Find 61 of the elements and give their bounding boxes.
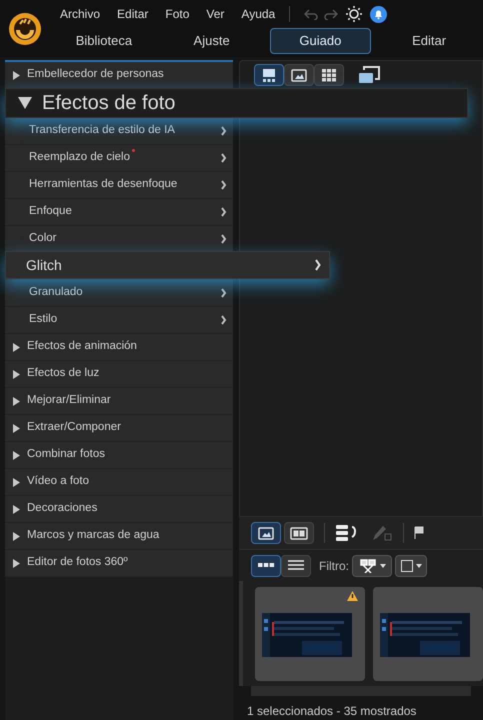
square-icon [400, 560, 412, 572]
chevron-right-icon [221, 288, 227, 298]
expand-triangle-icon [13, 70, 20, 80]
flags-icon [358, 558, 378, 572]
layout-button[interactable] [251, 522, 281, 544]
expand-triangle-icon [13, 478, 20, 486]
logo-icon [8, 12, 42, 46]
effect-item[interactable]: Glitch [5, 251, 330, 279]
tab[interactable]: Editar [379, 28, 479, 54]
flag-icon[interactable] [414, 526, 426, 540]
label-filter-dropdown[interactable] [395, 554, 427, 576]
chevron-right-icon [314, 259, 321, 271]
bell-icon[interactable] [370, 6, 388, 22]
chevron-right-icon [221, 315, 227, 325]
expand-triangle-icon [13, 450, 20, 460]
chevron-right-icon [221, 207, 227, 217]
stack-icon[interactable] [335, 524, 359, 542]
expand-triangle-icon [13, 424, 20, 432]
expand-triangle-icon [13, 396, 20, 406]
collapse-triangle-icon [18, 97, 32, 109]
caret-icon [380, 564, 386, 568]
chevron-right-icon [221, 180, 227, 190]
grid-icon [320, 68, 338, 82]
expand-triangle-icon [13, 370, 20, 378]
menu-item[interactable]: Ayuda [241, 5, 276, 23]
tab[interactable]: Biblioteca [54, 28, 154, 54]
chevron-right-icon [221, 153, 227, 163]
caret-icon [416, 564, 422, 568]
expand-triangle-icon [13, 342, 20, 352]
layout-button[interactable] [284, 522, 314, 544]
thumbnail-card[interactable] [373, 586, 483, 681]
chevron-right-icon [221, 126, 227, 136]
menu-item[interactable]: Archivo [60, 5, 100, 23]
filter-label: Filtro: [319, 558, 349, 574]
category-header[interactable]: Efectos de foto [5, 88, 468, 118]
status-text: 1 seleccionados - 35 mostrados [246, 703, 418, 720]
filmstrip-icon [260, 68, 278, 82]
full-screen-icon[interactable] [358, 66, 380, 84]
expand-triangle-icon [13, 532, 20, 540]
chevron-right-icon [221, 234, 227, 244]
list-icon [287, 558, 305, 573]
undo-icon[interactable] [304, 8, 318, 20]
image-icon [257, 526, 275, 541]
tab[interactable]: Ajuste [162, 28, 262, 54]
image-icon [290, 68, 308, 82]
menu-item[interactable]: Editar [117, 5, 148, 23]
view-button[interactable] [254, 64, 284, 86]
expand-triangle-icon [13, 558, 20, 568]
thumbnail-card[interactable] [255, 586, 365, 681]
display-button[interactable] [281, 554, 311, 576]
view-button[interactable] [314, 64, 344, 86]
tab[interactable]: Guiado [270, 28, 372, 54]
flag-filter-dropdown[interactable] [352, 554, 392, 576]
view-button[interactable] [284, 64, 314, 86]
expand-triangle-icon [13, 504, 20, 514]
sun-icon[interactable] [346, 6, 362, 22]
display-button[interactable] [251, 554, 281, 576]
redo-icon[interactable] [324, 8, 338, 20]
menu-item[interactable]: Foto [165, 5, 190, 23]
menu-item[interactable]: Ver [206, 5, 224, 23]
split-view-icon [290, 526, 308, 541]
